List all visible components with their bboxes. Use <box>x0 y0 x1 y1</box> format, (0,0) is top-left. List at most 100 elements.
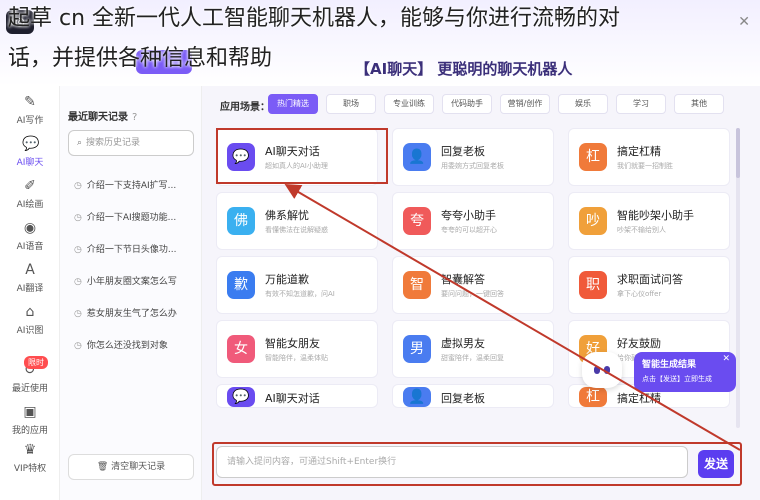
rail-item[interactable]: ◉ AI语音 <box>0 220 60 252</box>
bot-eye <box>594 366 600 374</box>
history-item[interactable]: ◷ 介绍一下支持AI扩写... <box>60 170 202 202</box>
smart-generate-popup[interactable]: 智能生成结果 点击【发送】立即生成 ✕ <box>634 352 736 392</box>
rail-item[interactable]: ⌂ AI识图 <box>0 304 60 336</box>
help-icon[interactable]: ? <box>132 112 137 123</box>
hot-badge: 限时 <box>24 356 48 369</box>
app-card-desc: 有效不知怎道歉，问AI <box>265 290 335 298</box>
history-item[interactable]: ◷ 介绍一下节日头像功... <box>60 234 202 266</box>
app-card[interactable]: 歉万能道歉 有效不知怎道歉，问AI <box>216 256 378 314</box>
highlight-box-card <box>216 128 388 184</box>
app-card[interactable]: 智智囊解答 要问问题，一键回答 <box>392 256 554 314</box>
scrollbar-thumb[interactable] <box>736 128 740 178</box>
app-card-title: 求职面试问答 <box>617 273 683 286</box>
history-title-text: 最近聊天记录 <box>68 112 128 123</box>
left-rail: ✎ AI写作 💬 AI聊天 ✐ AI绘画 ◉ AI语音 A AI翻译 ⌂ AI识图 ↺ 最近使用 ▣ 我的应用… <box>0 86 60 500</box>
app-card-icon: 👤 <box>403 143 431 171</box>
app-card[interactable]: 👤 回复老板 用委婉方式回复老板 <box>392 128 554 186</box>
app-card[interactable]: 佛佛系解忧 看懂佛法在说解疑惑 <box>216 192 378 250</box>
app-card-icon: 吵 <box>579 207 607 235</box>
rail-item[interactable]: ♛ VIP特权 <box>0 442 60 474</box>
app-card-title: AI聊天对话 <box>265 392 320 405</box>
rail-item[interactable]: ▣ 我的应用 <box>0 404 60 436</box>
scene-tab[interactable]: 营销/创作 <box>500 94 550 114</box>
rail-vip-icon: ♛ <box>23 442 37 458</box>
scene-label: 应用场景： <box>220 102 270 113</box>
scene-tab[interactable]: 学习 <box>616 94 666 114</box>
scene-tab[interactable]: 职场 <box>326 94 376 114</box>
close-icon[interactable]: ✕ <box>738 14 750 30</box>
rail-ai-voice-icon: ◉ <box>23 220 37 236</box>
history-item[interactable]: ◷ 介绍一下AI搜题功能... <box>60 202 202 234</box>
scene-tab[interactable]: 其他 <box>674 94 724 114</box>
app-card-icon: 杠 <box>579 143 607 171</box>
app-card-icon: 歉 <box>227 271 255 299</box>
trash-icon: 🗑 <box>96 462 109 472</box>
clock-icon: ◷ <box>74 309 82 319</box>
close-icon[interactable]: ✕ <box>722 354 730 364</box>
history-item[interactable]: ◷ 惹女朋友生气了怎么办 <box>60 298 202 330</box>
scene-tab[interactable]: 娱乐 <box>558 94 608 114</box>
scene-tab[interactable]: 代码助手 <box>442 94 492 114</box>
app-card-title: 好友鼓励 <box>617 337 661 350</box>
app-card[interactable]: 男虚拟男友甜蜜陪伴，温柔回复 <box>392 320 554 378</box>
clear-history-button[interactable]: 🗑 清空聊天记录 <box>68 454 194 480</box>
app-card-title: 搞定杠精 <box>617 392 661 405</box>
history-item[interactable]: ◷ 小年朋友圈文案怎么写 <box>60 266 202 298</box>
app-card[interactable]: 女智能女朋友 智能陪伴，温柔体贴 <box>216 320 378 378</box>
app-card-icon: 💬 <box>227 387 255 407</box>
app-card[interactable]: 吵智能吵架小助手 吵架不输给别人 <box>568 192 730 250</box>
scene-tab[interactable]: 热门精选 <box>268 94 318 114</box>
highlight-box-input <box>212 442 742 486</box>
app-card-icon: 职 <box>579 271 607 299</box>
app-card-desc: 我们就要一招制胜 <box>617 162 673 170</box>
history-item[interactable]: ◷ 你怎么还没找到对象 <box>60 330 202 362</box>
top-bar: ◎ 【AI聊天】 更聪明的聊天机器人 ✕ <box>0 0 760 86</box>
clock-icon: ◷ <box>74 245 82 255</box>
app-card-desc: 要问问题，一键回答 <box>441 290 504 298</box>
app-card-desc: 甜蜜陪伴，温柔回复 <box>441 354 504 362</box>
assistant-bot-icon[interactable] <box>582 352 622 388</box>
rail-item[interactable]: ✎ AI写作 <box>0 94 60 126</box>
app-card-desc: 夸夸的可以超开心 <box>441 226 497 234</box>
rail-item-label: AI识图 <box>16 326 44 336</box>
grid-scrollbar[interactable] <box>736 128 740 428</box>
rail-item-label: AI语音 <box>16 242 44 252</box>
top-action-button[interactable] <box>136 50 192 74</box>
history-search-placeholder: 搜索历史记录 <box>86 138 141 148</box>
rail-item[interactable]: A AI翻译 <box>0 262 60 294</box>
rail-ai-translate-icon: A <box>25 262 35 278</box>
app-card-title: 虚拟男友 <box>441 337 485 350</box>
app-logo: ◎ <box>6 10 34 34</box>
rail-item-label: 我的应用 <box>11 426 48 436</box>
app-card-title: 搞定杠精 <box>617 145 661 158</box>
history-item-text: 介绍一下支持AI扩写... <box>86 181 177 191</box>
rail-item-label: AI写作 <box>16 116 44 126</box>
history-title: 最近聊天记录? <box>68 108 137 123</box>
app-card-icon: 夸 <box>403 207 431 235</box>
app-card-title: 回复老板 <box>441 145 485 158</box>
app-card[interactable]: 夸夸夸小助手 夸夸的可以超开心 <box>392 192 554 250</box>
app-card-desc: 吵架不输给别人 <box>617 226 666 234</box>
rail-item-label: AI绘画 <box>16 200 44 210</box>
app-card[interactable]: 💬 AI聊天对话 <box>216 384 378 408</box>
clock-icon: ◷ <box>74 213 82 223</box>
smart-popup-desc: 点击【发送】立即生成 <box>642 375 712 383</box>
app-card-title: 佛系解忧 <box>265 209 309 222</box>
app-card-title: 回复老板 <box>441 392 485 405</box>
app-card[interactable]: 杠搞定杠精我们就要一招制胜 <box>568 128 730 186</box>
clock-icon: ◷ <box>74 277 82 287</box>
history-search-input[interactable]: ⌕ 搜索历史记录 <box>68 130 194 156</box>
scene-tab[interactable]: 专业训练 <box>384 94 434 114</box>
rail-item-label: AI聊天 <box>16 158 44 168</box>
rail-item-label: VIP特权 <box>13 464 47 474</box>
bot-eye <box>604 366 610 374</box>
app-card-icon: 男 <box>403 335 431 363</box>
app-card[interactable]: 职求职面试问答 拿下心仪offer <box>568 256 730 314</box>
app-card-icon: 杠 <box>579 387 607 407</box>
rail-item[interactable]: ✐ AI绘画 <box>0 178 60 210</box>
rail-item[interactable]: 💬 AI聊天 <box>0 136 60 168</box>
history-item-text: 你怎么还没找到对象 <box>86 341 168 351</box>
history-item-text: 小年朋友圈文案怎么写 <box>86 277 177 287</box>
main-content: 应用场景： 热门精选 职场 专业训练 代码助手 营销/创作 娱乐 学习 其他 💬 AI聊天对话超… <box>202 86 760 500</box>
app-card[interactable]: 👤 回复老板 <box>392 384 554 408</box>
